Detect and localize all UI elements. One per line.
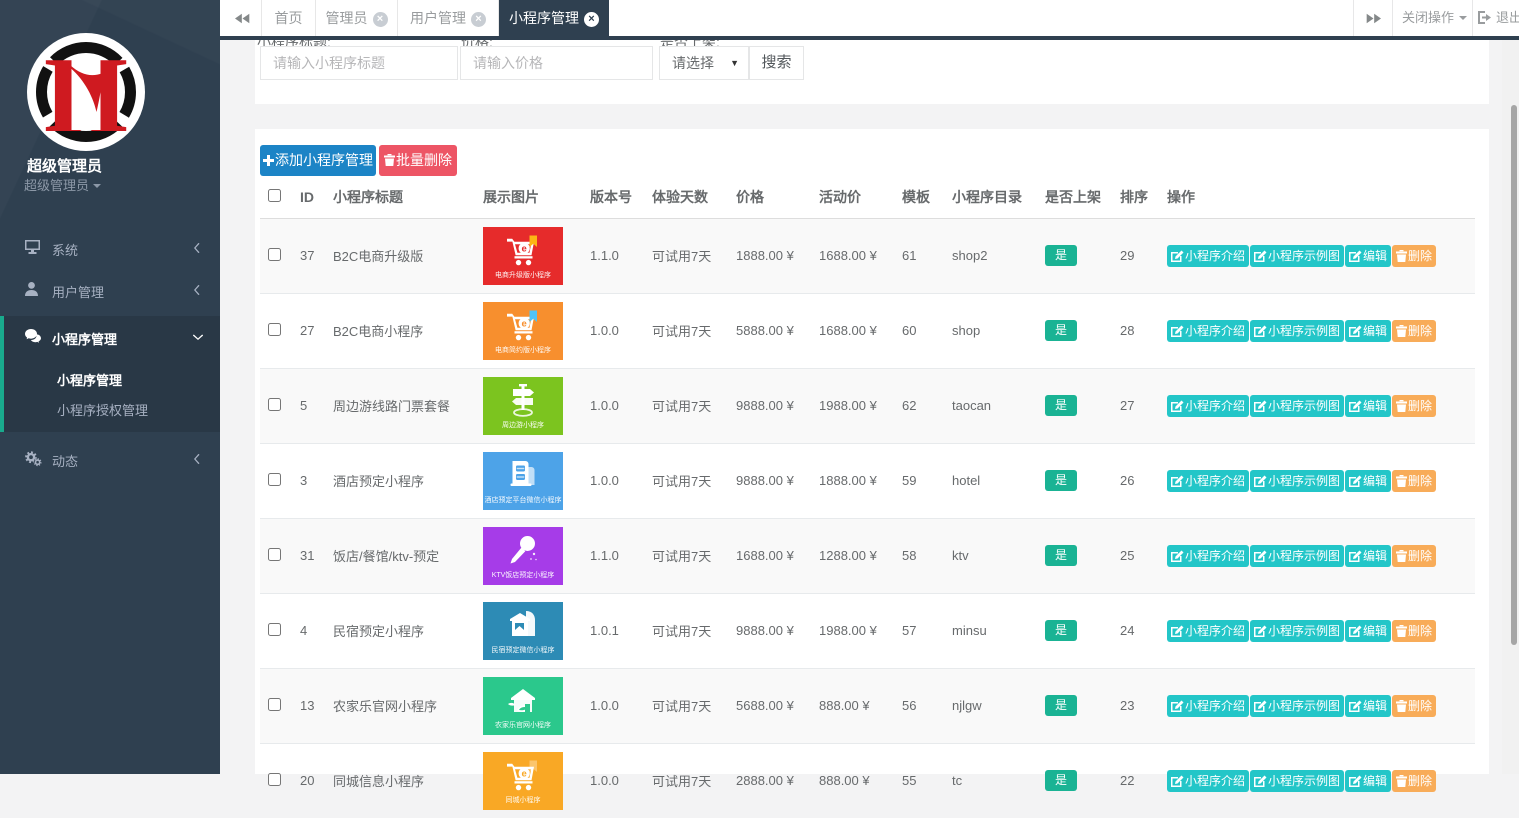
svg-text:e: e	[522, 243, 527, 254]
svg-text:e: e	[522, 318, 527, 329]
